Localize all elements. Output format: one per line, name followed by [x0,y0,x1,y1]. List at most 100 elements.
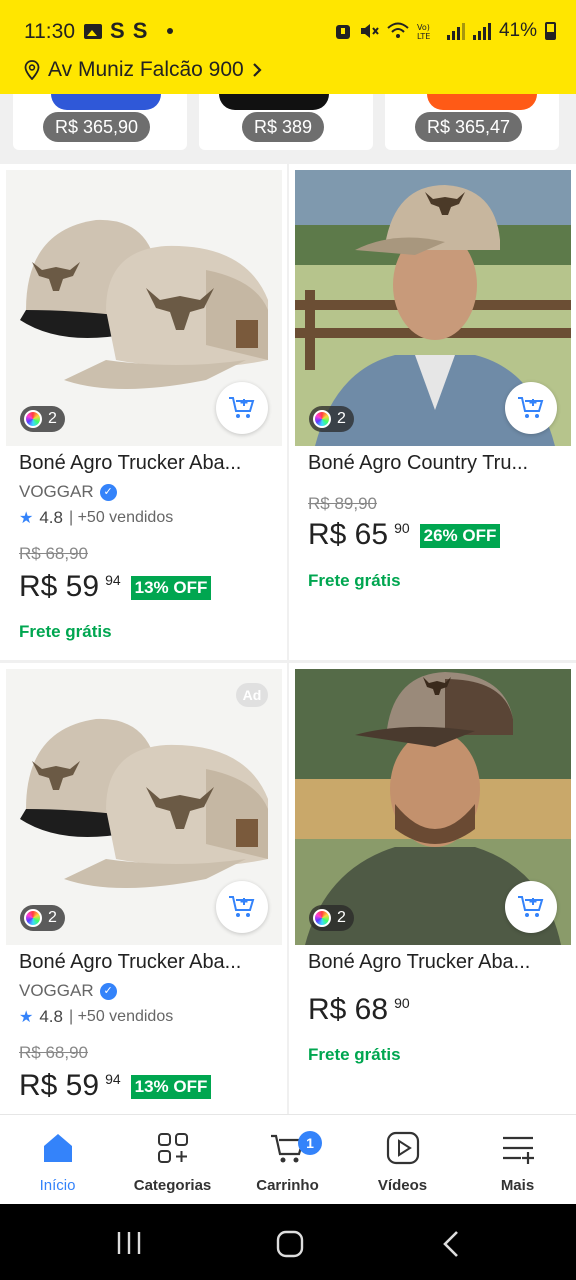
star-icon: ★ [19,510,34,527]
battery-percent: 41% [498,20,537,41]
free-shipping: Frete grátis [308,571,401,590]
product-title[interactable]: Boné Agro Country Tru... [308,452,566,475]
discount-badge: 13% OFF [130,576,212,600]
nav-home[interactable]: Início [0,1129,115,1194]
status-left-icons: S S [84,18,174,43]
product-feed[interactable]: R$ 365,90 R$ 389 R$ 365,47 2 Boné Agro T… [0,94,576,1114]
location-pin-icon [24,60,40,80]
recent-apps-icon[interactable] [116,1230,142,1256]
product-image[interactable]: 2 [295,170,571,446]
nav-more-label: Mais [500,1177,535,1194]
old-price: R$ 68,90 [19,1043,88,1062]
battery-icon [545,22,556,40]
status-bar: 11:30 S S Vo) LTE 41% [0,0,576,62]
price-cents: 90 [394,995,410,1011]
seller-name: VOGGAR [19,981,94,1000]
price-row: R$ 59 94 13% OFF [19,1069,212,1103]
variants-count: 2 [337,410,346,427]
related-product-price: R$ 365,90 [43,112,151,142]
color-wheel-icon [313,909,331,927]
nav-videos[interactable]: Vídeos [345,1129,460,1194]
nav-more[interactable]: Mais [460,1129,575,1194]
old-price: R$ 89,90 [308,494,377,513]
address-label: Av Muniz Falcão 900 [48,58,244,81]
price: R$ 59 [19,570,100,603]
price: R$ 65 [308,518,389,551]
rating-row: ★ 4.8 | +50 vendidos [19,508,173,528]
old-price: R$ 68,90 [19,544,88,563]
wifi-icon [387,22,409,38]
price-cents: 90 [394,520,410,536]
product-card[interactable]: Ad 2 Boné Agro Trucker Aba... VOGGAR ✓ ★… [0,663,287,1114]
svg-text:LTE: LTE [417,32,430,40]
price: R$ 68 [308,993,389,1026]
add-to-cart-button[interactable] [216,881,268,933]
price-cents: 94 [105,1071,121,1087]
product-card[interactable]: 2 Boné Agro Trucker Aba... R$ 68 90 Fret… [289,663,576,1114]
sold-count: | +50 vendidos [68,509,174,526]
back-icon[interactable] [442,1230,460,1258]
status-time: 11:30 [24,20,75,43]
variants-count: 2 [337,909,346,926]
price-row: R$ 68 90 [308,993,410,1027]
volte-icon: Vo)LTE [417,23,430,40]
add-cart-icon [518,896,544,917]
status-right-icons: Vo) LTE 41% [335,20,556,42]
variants-count: 2 [48,909,57,926]
price-row: R$ 65 90 26% OFF [308,518,501,552]
verified-check-icon: ✓ [99,483,117,501]
add-to-cart-button[interactable] [216,382,268,434]
price-cents: 94 [105,572,121,588]
cap-image [219,94,329,110]
seller-row: VOGGAR ✓ [19,482,117,502]
nav-videos-label: Vídeos [377,1177,428,1194]
mute-icon [360,24,379,38]
product-title[interactable]: Boné Agro Trucker Aba... [19,452,277,475]
star-icon: ★ [19,1009,34,1026]
bottom-navigation: Início Categorias 1 Carrinho Vídeos Mais [0,1114,576,1204]
nav-categories[interactable]: Categorias [115,1129,230,1194]
color-variants-badge: 2 [309,406,354,432]
cap-image [51,94,161,110]
video-play-icon [386,1131,419,1165]
sold-count: | +50 vendidos [68,1008,174,1025]
seller-name: VOGGAR [19,482,94,501]
discount-badge: 26% OFF [419,524,501,548]
home-button-icon[interactable] [276,1230,304,1258]
delivery-address[interactable]: Av Muniz Falcão 900 [24,58,262,82]
nav-home-label: Início [39,1177,76,1194]
more-notifications-dot-icon [167,28,174,34]
product-title[interactable]: Boné Agro Trucker Aba... [19,951,277,974]
add-to-cart-button[interactable] [505,382,557,434]
add-to-cart-button[interactable] [505,881,557,933]
s-notification-icon: S [110,18,125,43]
nav-cart-label: Carrinho [256,1177,319,1194]
cart-count-badge: 1 [298,1131,322,1155]
rating-value: 4.8 [39,508,63,527]
svg-text:Vo): Vo) [417,23,430,32]
chevron-right-icon [252,63,262,77]
product-image[interactable]: 2 [295,669,571,945]
product-image[interactable]: 2 [6,170,282,446]
related-product-card[interactable]: R$ 365,90 [13,94,187,150]
nav-cart[interactable]: 1 Carrinho [230,1129,345,1194]
related-product-card[interactable]: R$ 389 [199,94,373,150]
verified-check-icon: ✓ [99,982,117,1000]
product-title[interactable]: Boné Agro Trucker Aba... [308,951,566,974]
price-row: R$ 59 94 13% OFF [19,570,212,604]
free-shipping: Frete grátis [19,622,112,641]
related-product-card[interactable]: R$ 365,47 [385,94,559,150]
seller-row: VOGGAR ✓ [19,981,117,1001]
menu-more-icon [502,1136,534,1164]
top-bar: 11:30 S S Vo) LTE 41% Av Muniz Falcão 900 [0,0,576,94]
system-navigation-bar [0,1204,576,1280]
cap-image [427,94,537,110]
color-wheel-icon [24,909,42,927]
product-card[interactable]: 2 Boné Agro Country Tru... R$ 89,90 R$ 6… [289,164,576,660]
add-cart-icon [229,397,255,418]
add-cart-icon [229,896,255,917]
product-image[interactable]: Ad 2 [6,669,282,945]
color-variants-badge: 2 [20,406,65,432]
product-card[interactable]: 2 Boné Agro Trucker Aba... VOGGAR ✓ ★ 4.… [0,164,287,660]
nav-categories-label: Categorias [133,1177,212,1194]
